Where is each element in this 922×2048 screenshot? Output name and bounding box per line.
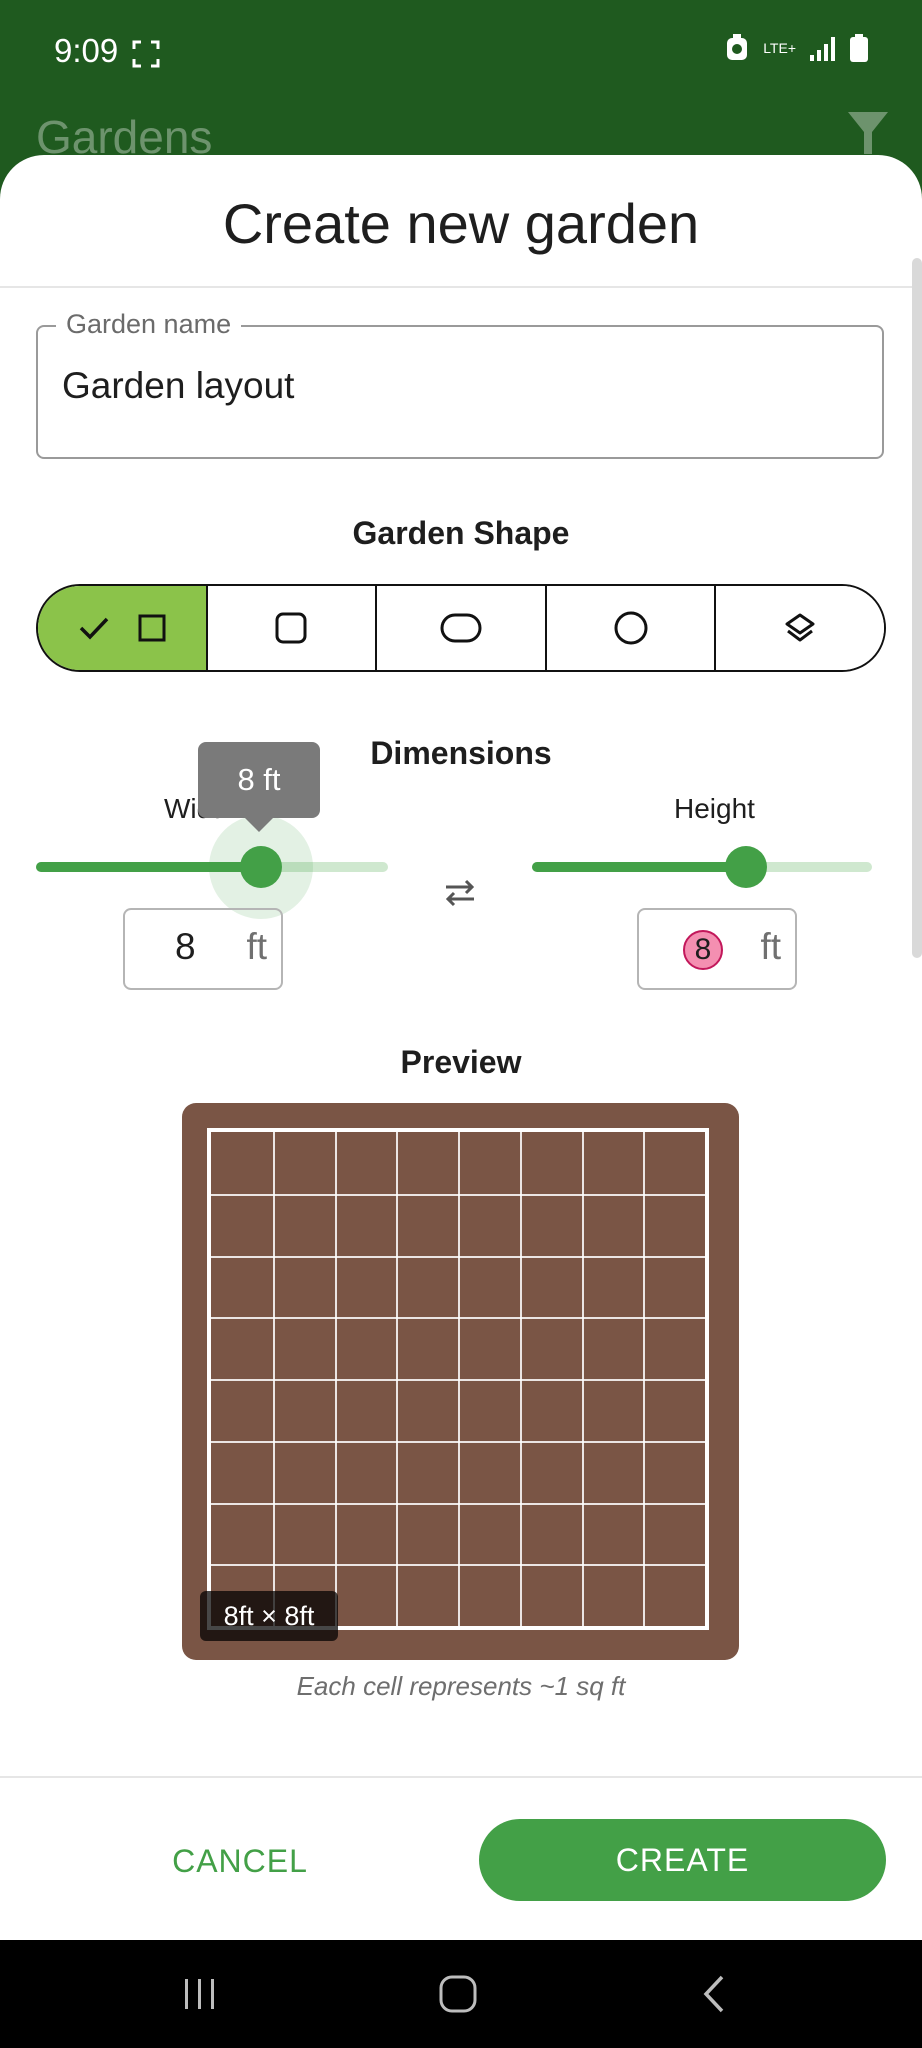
- preview-caption: Each cell represents ~1 sq ft: [296, 1671, 626, 1701]
- height-unit: ft: [760, 926, 781, 967]
- pill-icon: [440, 613, 482, 643]
- height-value: 8: [683, 930, 723, 970]
- shape-option-pill[interactable]: [377, 586, 547, 670]
- width-tooltip-tail: [245, 818, 273, 832]
- shape-option-circle[interactable]: [546, 586, 717, 670]
- height-label: Height: [674, 793, 755, 824]
- garden-shape-heading: Garden Shape: [352, 515, 570, 551]
- screen: 9:09 LTE+ Gardens Create new garden Gard…: [0, 0, 922, 2048]
- swap-horizontal-icon[interactable]: [442, 877, 478, 907]
- layers-icon: [785, 613, 815, 642]
- network-type: LTE+: [763, 40, 796, 56]
- status-time: 9:09: [54, 32, 119, 69]
- recent-apps-icon[interactable]: [182, 1976, 218, 2012]
- height-input[interactable]: 8 ft: [637, 908, 797, 990]
- grid-line-horizontal: [211, 1379, 705, 1381]
- screenshot-icon: [132, 40, 160, 68]
- status-icons: LTE+: [725, 34, 868, 62]
- width-slider-thumb[interactable]: [240, 846, 283, 888]
- shape-option-rounded-square[interactable]: [207, 586, 378, 670]
- shape-option-square[interactable]: [38, 586, 208, 670]
- scrollbar[interactable]: [912, 258, 922, 958]
- back-icon[interactable]: [700, 1974, 728, 2014]
- height-slider-track[interactable]: [532, 862, 872, 872]
- garden-preview: 8ft × 8ft: [182, 1103, 739, 1660]
- grid-line-horizontal: [211, 1564, 705, 1567]
- create-button[interactable]: CREATE: [479, 1819, 886, 1901]
- title-divider: [0, 286, 922, 288]
- square-icon: [138, 614, 166, 642]
- garden-name-input[interactable]: [62, 365, 842, 407]
- shape-selector: [36, 584, 886, 672]
- circle-icon: [614, 611, 648, 645]
- dialog-title: Create new garden: [222, 192, 700, 255]
- filter-icon[interactable]: [848, 112, 888, 154]
- battery-icon: [850, 34, 868, 62]
- width-input[interactable]: 8 ft: [123, 908, 283, 990]
- navigation-bar: [0, 1940, 922, 2048]
- rounded-square-icon: [275, 612, 307, 644]
- grid-line-horizontal: [211, 1193, 705, 1196]
- height-slider-thumb[interactable]: [725, 846, 768, 888]
- width-unit: ft: [246, 926, 267, 967]
- garden-name-field[interactable]: Garden name: [36, 309, 884, 459]
- preview-size-badge: 8ft × 8ft: [200, 1591, 338, 1641]
- garden-name-label: Garden name: [56, 309, 242, 340]
- grid-line-horizontal: [211, 1440, 705, 1443]
- preview-grid: [207, 1128, 709, 1630]
- check-icon: [79, 617, 109, 640]
- height-slider-fill: [532, 862, 747, 872]
- preview-heading: Preview: [400, 1044, 522, 1080]
- signal-icon: [810, 37, 835, 61]
- actions-divider: [0, 1776, 922, 1778]
- cancel-button[interactable]: CANCEL: [120, 1821, 360, 1901]
- grid-line-horizontal: [211, 1502, 705, 1505]
- shape-option-layers[interactable]: [716, 586, 884, 670]
- grid-line-horizontal: [211, 1317, 705, 1320]
- home-icon[interactable]: [438, 1974, 478, 2014]
- dimensions-heading: Dimensions: [370, 735, 552, 771]
- grid-line-horizontal: [211, 1255, 705, 1258]
- width-value: 8: [175, 926, 196, 967]
- status-bar: 9:09 LTE+: [0, 0, 922, 105]
- data-saver-icon: [727, 34, 748, 60]
- width-tooltip: 8 ft: [198, 742, 320, 818]
- create-garden-sheet: Create new garden Garden name Garden Sha…: [0, 155, 922, 1940]
